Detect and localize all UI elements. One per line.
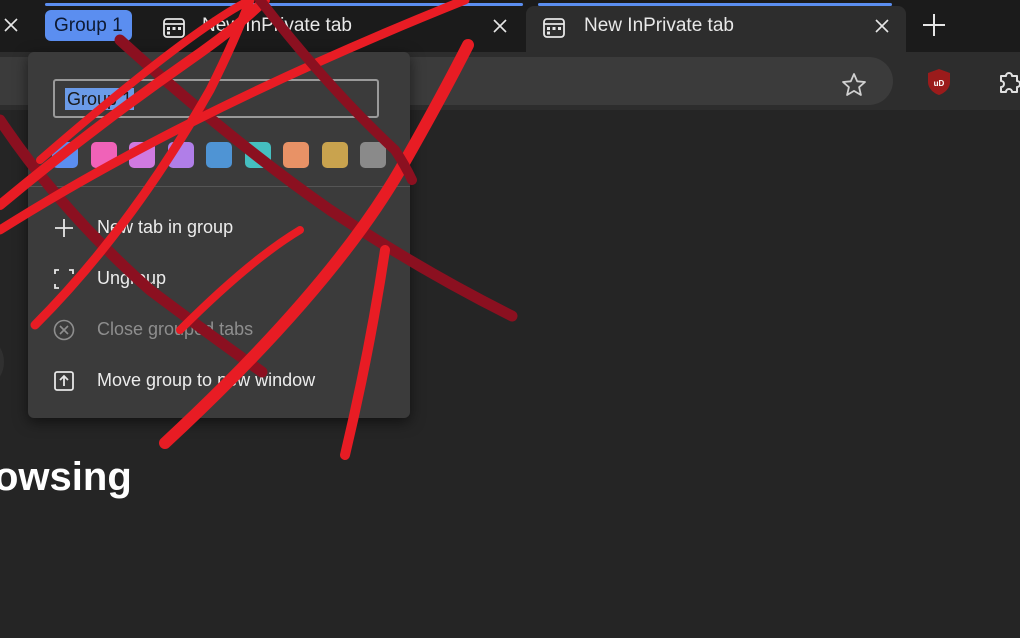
menu-item-close-grouped-tabs[interactable]: Close grouped tabs xyxy=(28,306,410,352)
tab-group-chip[interactable]: Group 1 xyxy=(45,10,132,41)
tab-title: New InPrivate tab xyxy=(202,15,352,36)
menu-item-label: Ungroup xyxy=(97,268,167,288)
svg-text:uD: uD xyxy=(934,79,945,88)
group-color-swatch[interactable] xyxy=(321,142,348,168)
inprivate-tab-icon xyxy=(542,16,566,40)
menu-item-label: Move group to new window xyxy=(97,370,316,390)
puzzle-icon[interactable] xyxy=(995,67,1020,97)
tab-title: New InPrivate tab xyxy=(584,15,734,36)
menu-item-new-tab-in-group[interactable]: New tab in group xyxy=(28,204,410,250)
inprivate-tab-icon xyxy=(162,16,186,40)
star-outline-icon[interactable] xyxy=(840,71,868,99)
menu-item-ungroup[interactable]: Ungroup xyxy=(28,255,410,301)
menu-item-move-group-to-new-window[interactable]: Move group to new window xyxy=(28,357,410,403)
close-tab-icon[interactable] xyxy=(0,14,22,36)
close-tab-icon[interactable] xyxy=(489,15,511,37)
ublock-origin-icon[interactable]: uD xyxy=(926,68,952,96)
menu-divider xyxy=(28,186,410,187)
close-tab-icon[interactable] xyxy=(871,15,893,37)
tab-strip: Group 1 New InPrivate tab New InPrivate … xyxy=(0,0,1020,52)
group-color-swatch[interactable] xyxy=(167,142,194,168)
page-heading: owsing xyxy=(0,455,132,499)
tab-new-inprivate[interactable]: New InPrivate tab xyxy=(152,6,524,52)
group-color-swatch[interactable] xyxy=(244,142,271,168)
menu-item-label: Close grouped tabs xyxy=(97,319,254,339)
group-color-swatch[interactable] xyxy=(206,142,232,168)
move-to-window-icon xyxy=(52,369,76,393)
group-name-field[interactable]: Group 1 xyxy=(53,79,379,118)
close-circle-icon xyxy=(52,318,76,342)
menu-item-label: New tab in group xyxy=(97,217,234,237)
group-color-swatch[interactable] xyxy=(360,142,386,168)
page-side-element xyxy=(0,342,4,382)
group-color-swatch[interactable] xyxy=(90,142,117,168)
group-color-swatch[interactable] xyxy=(129,142,155,168)
tab-group-menu: Group 1 New tab in group Ungroup Close g… xyxy=(28,52,410,418)
group-color-swatch[interactable] xyxy=(52,142,78,168)
group-name-selected-text: Group 1 xyxy=(65,88,135,110)
new-tab-button[interactable] xyxy=(920,11,948,39)
tab-new-inprivate-active[interactable]: New InPrivate tab xyxy=(526,6,906,52)
ungroup-icon xyxy=(52,267,76,291)
group-color-swatch[interactable] xyxy=(283,142,309,168)
plus-icon xyxy=(52,216,76,240)
